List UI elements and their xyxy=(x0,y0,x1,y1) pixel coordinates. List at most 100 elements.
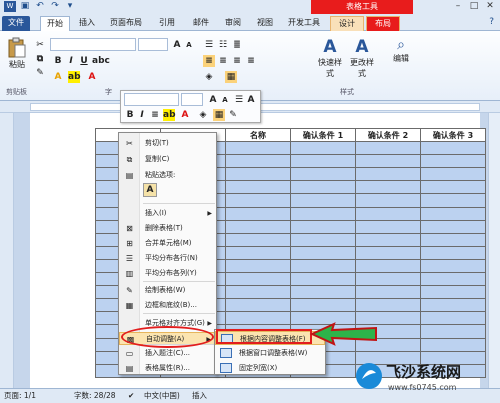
table-cell[interactable] xyxy=(290,167,356,182)
table-cell[interactable] xyxy=(290,285,356,300)
multilevel-list-icon[interactable]: ≣ xyxy=(231,39,243,51)
menu-item-1[interactable]: ⧉ 复制(C) xyxy=(119,153,216,166)
status-words[interactable]: 字数: 28/28 xyxy=(74,389,116,403)
tab-view[interactable]: 视图 xyxy=(250,16,280,31)
table-cell[interactable] xyxy=(355,219,421,234)
table-cell[interactable] xyxy=(290,180,356,195)
table-cell[interactable] xyxy=(355,258,421,274)
numbering-icon[interactable]: ☷ xyxy=(217,39,229,51)
table-cell[interactable] xyxy=(355,245,421,260)
maximize-icon[interactable]: □ xyxy=(466,0,482,12)
italic-icon[interactable]: I xyxy=(65,55,77,67)
tab-layout[interactable]: 布局 xyxy=(366,16,400,31)
quick-styles-button[interactable]: A 快速样式 xyxy=(316,37,344,79)
menu-item-13[interactable]: ▤ 表格属性(R)... xyxy=(119,362,216,375)
table-cell[interactable] xyxy=(225,311,291,326)
vertical-ruler[interactable] xyxy=(0,113,14,388)
table-cell[interactable] xyxy=(355,154,421,169)
table-cell[interactable] xyxy=(225,219,291,234)
table-cell[interactable] xyxy=(225,285,291,300)
table-cell[interactable] xyxy=(420,154,486,169)
mini-styles-icon[interactable]: A xyxy=(245,94,257,106)
tab-references[interactable]: 引用 xyxy=(152,16,182,31)
table-cell[interactable] xyxy=(420,298,486,313)
copy-icon[interactable]: ⧉ xyxy=(34,53,46,65)
table-cell[interactable] xyxy=(355,272,421,287)
submenu-item-autofit-window[interactable]: 根据窗口调整表格(W) xyxy=(215,346,325,360)
table-cell[interactable] xyxy=(355,141,421,156)
table-header-cell[interactable]: 名称 xyxy=(225,127,291,143)
menu-item-9[interactable]: ▦ 边框和底纹(B)... xyxy=(119,299,216,312)
proofing-icon[interactable]: ✔ xyxy=(128,389,134,403)
table-cell[interactable] xyxy=(355,285,421,300)
vertical-scrollbar[interactable] xyxy=(488,113,500,388)
table-cell[interactable] xyxy=(420,258,486,274)
mini-italic-icon[interactable]: I xyxy=(136,109,148,121)
table-cell[interactable] xyxy=(225,245,291,260)
table-cell[interactable] xyxy=(225,180,291,195)
tab-home[interactable]: 开始 xyxy=(40,16,70,31)
font-color-icon[interactable]: A xyxy=(86,71,98,83)
table-cell[interactable] xyxy=(355,193,421,208)
highlight-icon[interactable]: ab xyxy=(68,71,81,83)
tab-mailings[interactable]: 邮件 xyxy=(186,16,216,31)
borders-icon[interactable]: ▦ xyxy=(225,71,237,83)
table-cell[interactable] xyxy=(355,232,421,247)
table-header-cell[interactable]: 确认条件 2 xyxy=(355,127,421,143)
table-cell[interactable] xyxy=(225,272,291,287)
strikethrough-icon[interactable]: abc xyxy=(92,55,110,67)
table-cell[interactable] xyxy=(290,272,356,287)
shading-icon[interactable]: ◈ xyxy=(203,71,215,83)
tab-developer[interactable]: 开发工具 xyxy=(282,16,326,31)
table-cell[interactable] xyxy=(290,193,356,208)
tab-insert[interactable]: 插入 xyxy=(72,16,102,31)
mini-highlight-icon[interactable]: ab xyxy=(163,109,176,121)
tab-review[interactable]: 审阅 xyxy=(218,16,248,31)
menu-item-5[interactable]: ⊞ 合并单元格(M) xyxy=(119,237,216,250)
menu-item-6[interactable]: ☰ 平均分布各行(N) xyxy=(119,252,216,265)
bold-icon[interactable]: B xyxy=(52,55,64,67)
menu-item-8[interactable]: ✎ 绘制表格(W) xyxy=(119,284,216,297)
table-cell[interactable] xyxy=(290,141,356,156)
table-cell[interactable] xyxy=(420,180,486,195)
menu-item-0[interactable]: ✂ 剪切(T) xyxy=(119,137,216,150)
close-icon[interactable]: ✕ xyxy=(482,0,498,12)
table-cell[interactable] xyxy=(290,232,356,247)
justify-icon[interactable]: ≡ xyxy=(245,55,257,67)
table-cell[interactable] xyxy=(225,167,291,182)
format-painter-icon[interactable]: ✎ xyxy=(34,67,46,79)
status-language[interactable]: 中文(中国) xyxy=(144,389,180,403)
table-cell[interactable] xyxy=(225,232,291,247)
menu-item-12[interactable]: ▭ 插入题注(C)... xyxy=(119,347,216,360)
table-cell[interactable] xyxy=(225,154,291,169)
minimize-icon[interactable]: – xyxy=(450,0,466,12)
grow-font-icon[interactable]: A xyxy=(171,39,183,51)
table-header-cell[interactable]: 确认条件 1 xyxy=(290,127,356,143)
underline-icon[interactable]: U xyxy=(78,55,90,67)
table-cell[interactable] xyxy=(420,337,486,352)
table-cell[interactable] xyxy=(420,141,486,156)
table-cell[interactable] xyxy=(290,219,356,234)
table-cell[interactable] xyxy=(420,206,486,221)
align-center-icon[interactable]: ≡ xyxy=(217,55,229,67)
table-cell[interactable] xyxy=(225,206,291,221)
bullets-icon[interactable]: ☰ xyxy=(203,39,215,51)
table-cell[interactable] xyxy=(420,219,486,234)
table-cell[interactable] xyxy=(290,298,356,313)
table-cell[interactable] xyxy=(290,245,356,260)
table-cell[interactable] xyxy=(225,298,291,313)
table-cell[interactable] xyxy=(420,311,486,326)
tab-design[interactable]: 设计 xyxy=(330,16,364,31)
change-styles-button[interactable]: A 更改样式 xyxy=(348,37,376,79)
font-size-combo[interactable] xyxy=(138,38,168,51)
table-cell[interactable] xyxy=(290,206,356,221)
help-icon[interactable]: ? xyxy=(489,17,494,27)
table-cell[interactable] xyxy=(420,324,486,339)
font-name-combo[interactable] xyxy=(50,38,136,51)
table-cell[interactable] xyxy=(420,245,486,260)
undo-icon[interactable]: ↶ xyxy=(34,1,46,12)
mini-font-size-combo[interactable] xyxy=(181,93,203,106)
tab-page-layout[interactable]: 页面布局 xyxy=(104,16,148,31)
menu-item-3[interactable]: 插入(I) ▶ xyxy=(119,207,216,220)
mini-format-painter-icon[interactable]: ✎ xyxy=(227,109,239,121)
